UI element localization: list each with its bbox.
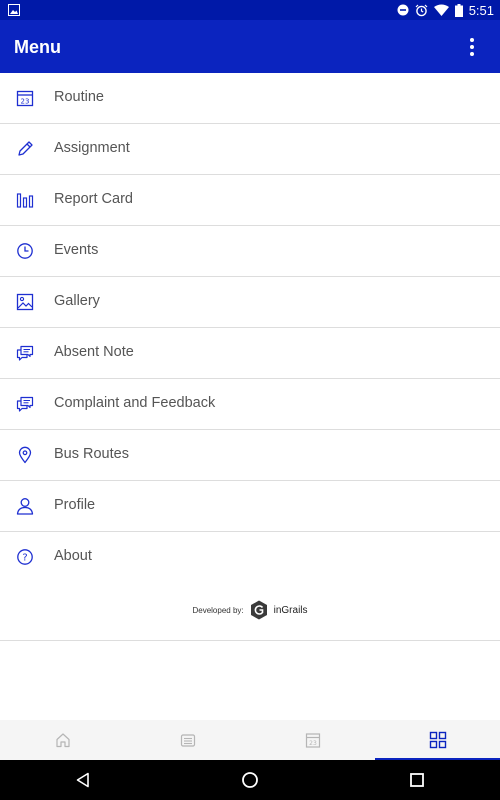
chat-icon [16,345,34,361]
back-icon [77,772,90,788]
menu-item-label: Events [54,242,99,258]
tab-menu[interactable] [375,720,500,760]
menu-item-profile[interactable]: Profile [0,481,500,532]
pencil-icon [18,141,33,156]
bar-chart-icon [16,193,34,208]
tab-notice[interactable] [125,720,250,760]
menu-item-events[interactable]: Events [0,226,500,277]
do-not-disturb-icon [397,4,409,16]
image-icon [16,293,34,311]
menu-item-label: Bus Routes [54,446,129,462]
menu-item-label: Complaint and Feedback [54,395,216,411]
menu-item-absent-note[interactable]: Absent Note [0,328,500,379]
home-button[interactable] [195,760,305,800]
menu-item-label: Assignment [54,140,130,156]
more-vert-icon[interactable] [462,35,482,59]
status-bar: 5:51 [0,0,500,20]
svg-text:23: 23 [309,740,317,747]
app-bar: Menu [0,20,500,73]
menu-item-assignment[interactable]: Assignment [0,124,500,175]
calendar-icon: 23 [16,90,34,107]
help-icon: ? [17,549,33,565]
menu-item-label: Report Card [54,191,133,207]
menu-item-label: Profile [54,497,96,513]
chat-icon [16,396,34,412]
tab-calendar[interactable]: 23 [250,720,375,760]
menu-item-bus-routes[interactable]: Bus Routes [0,430,500,481]
developer-label: Developed by: [192,605,244,615]
system-navigation-bar [0,760,500,800]
menu-item-about[interactable]: ? About [0,532,500,583]
calendar-icon: 23 [305,733,320,748]
notice-icon [180,734,195,747]
page-title: Menu [14,37,61,57]
tab-home[interactable] [0,720,125,760]
menu-item-gallery[interactable]: Gallery [0,277,500,328]
svg-text:?: ? [22,553,27,564]
menu-item-report-card[interactable]: Report Card [0,175,500,226]
back-button[interactable] [28,760,138,800]
user-icon [16,498,34,515]
menu-item-label: Gallery [54,293,100,309]
clock-icon [17,243,33,259]
image-icon [8,4,20,16]
developer-brand[interactable]: inGrails [274,605,308,616]
status-time: 5:51 [468,2,494,18]
developer-credit: Developed by: inGrails [0,582,500,641]
menu-item-label: Routine [54,89,104,105]
recents-button[interactable] [362,760,472,800]
alarm-icon [415,4,428,16]
home-circle-icon [242,772,258,788]
home-icon [55,733,70,748]
grid-icon [429,731,446,749]
svg-text:23: 23 [21,98,30,106]
menu-item-complaint-feedback[interactable]: Complaint and Feedback [0,379,500,430]
menu-item-label: Absent Note [54,344,134,360]
menu-list: 23 Routine Assignment Report Card Events [0,73,500,583]
bottom-navigation: 23 [0,720,500,760]
ingrails-logo-icon [250,600,267,620]
location-pin-icon [18,446,32,464]
menu-item-label: About [54,548,92,564]
battery-icon [454,3,463,17]
recents-icon [409,773,424,787]
wifi-icon [433,4,449,16]
menu-item-routine[interactable]: 23 Routine [0,73,500,124]
